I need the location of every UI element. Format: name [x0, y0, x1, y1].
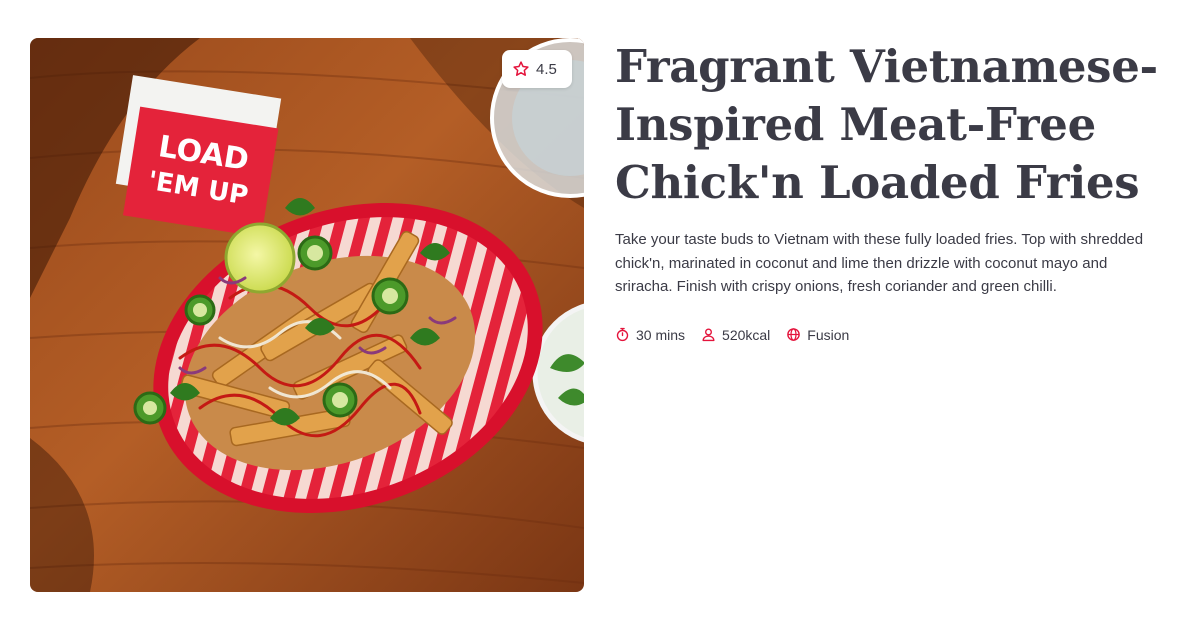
person-icon — [702, 328, 715, 342]
meta-time: 30 mins — [615, 327, 685, 343]
recipe-hero-image: LOAD 'EM UP 4.5 — [30, 38, 584, 592]
recipe-card: LOAD 'EM UP 4.5 Fragrant Vietnamese-Insp… — [0, 0, 1200, 630]
rating-value: 4.5 — [536, 60, 557, 78]
meta-time-label: 30 mins — [636, 326, 686, 343]
meta-cuisine: Fusion — [786, 327, 849, 343]
timer-icon — [616, 327, 629, 342]
globe-icon — [787, 328, 801, 341]
loaded-fries-photo: LOAD 'EM UP — [30, 38, 584, 592]
star-outline-icon — [513, 61, 529, 76]
recipe-details: Fragrant Vietnamese-Inspired Meat-Free C… — [615, 38, 1175, 343]
meta-cuisine-label: Fusion — [807, 326, 850, 343]
meta-calories-label: 520kcal — [722, 326, 771, 343]
recipe-title: Fragrant Vietnamese-Inspired Meat-Free C… — [615, 40, 1158, 209]
recipe-meta: 30 mins 520kcal Fusion — [615, 327, 1175, 343]
recipe-description: Take your taste buds to Vietnam with the… — [615, 231, 1144, 295]
rating-badge[interactable]: 4.5 — [502, 50, 572, 88]
meta-calories: 520kcal — [701, 327, 770, 343]
